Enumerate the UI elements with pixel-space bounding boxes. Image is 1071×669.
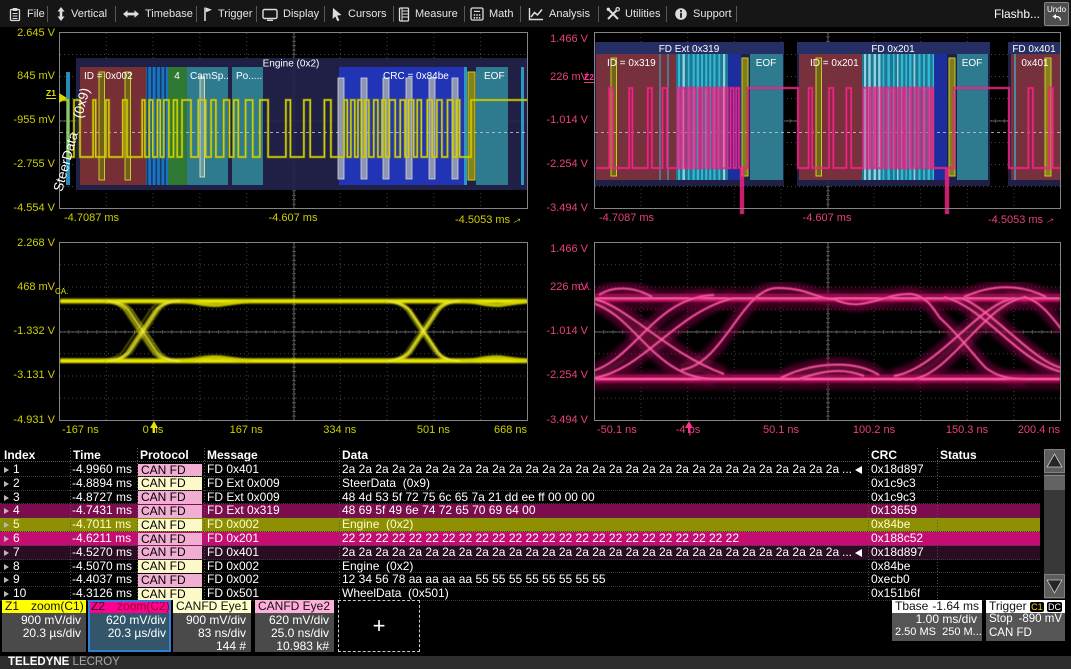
svg-text:FD Ext 0x319: FD Ext 0x319: [659, 44, 720, 55]
svg-text:FD 0x401: FD 0x401: [1012, 44, 1056, 55]
svg-text:0x401: 0x401: [1021, 58, 1049, 69]
svg-text:4: 4: [174, 71, 180, 82]
svg-text:FD 0x201: FD 0x201: [871, 44, 915, 55]
svg-text:EOF: EOF: [962, 58, 983, 69]
svg-text:ID = 0x319: ID = 0x319: [607, 58, 656, 69]
svg-text:ID = 0x002: ID = 0x002: [84, 71, 133, 82]
svg-text:CamSp...: CamSp...: [190, 71, 232, 82]
svg-text:Po......: Po......: [236, 71, 265, 82]
svg-text:EOF: EOF: [756, 58, 777, 69]
svg-text:CRC = 0x84be: CRC = 0x84be: [383, 71, 449, 82]
svg-text:EOF: EOF: [484, 71, 505, 82]
svg-text:ID = 0x201: ID = 0x201: [810, 58, 859, 69]
svg-text:Engine (0x2): Engine (0x2): [263, 59, 320, 70]
